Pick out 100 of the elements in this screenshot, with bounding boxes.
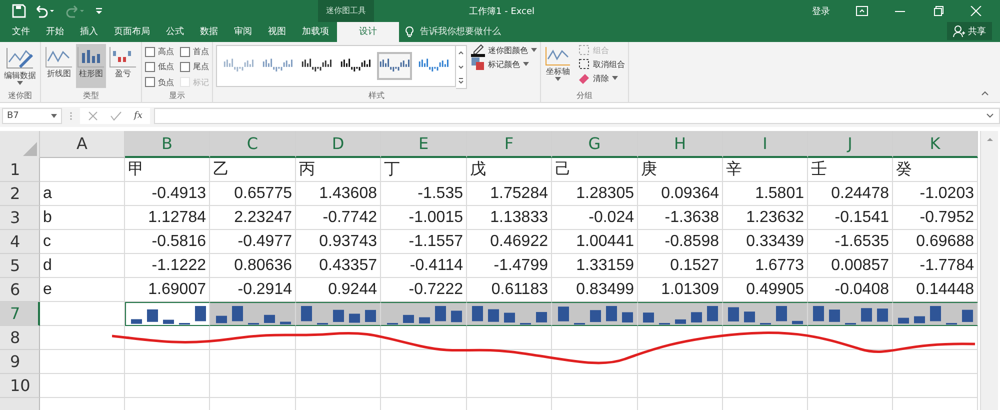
table-cell: 丁 <box>381 158 467 182</box>
table-cell: 戊 <box>467 158 552 182</box>
column-header[interactable]: F <box>467 131 552 158</box>
axis-button[interactable]: 坐标轴 <box>544 44 572 88</box>
table-cell: 0.43357 <box>296 254 381 278</box>
group-action-button[interactable]: 清除 <box>578 72 625 84</box>
table-cell: 丙 <box>296 158 381 182</box>
redo-icon <box>64 4 86 18</box>
ribbon-display-icon[interactable] <box>856 6 868 16</box>
table-cell: 己 <box>552 158 638 182</box>
scroll-up-icon[interactable] <box>986 135 994 143</box>
table-cell: b <box>40 206 125 230</box>
table-cell: -1.3638 <box>638 206 723 230</box>
column-header[interactable]: G <box>552 131 638 158</box>
table-cell: 0.93743 <box>296 230 381 254</box>
undo-icon[interactable] <box>34 4 56 18</box>
sign-in-link[interactable]: 登录 <box>812 4 830 18</box>
table-cell: 2.23247 <box>210 206 296 230</box>
insert-function-button[interactable]: fx <box>134 111 142 121</box>
group-action-button[interactable]: 取消组合 <box>578 58 625 70</box>
group-label: 显示 <box>168 90 186 102</box>
checkbox[interactable] <box>145 46 155 56</box>
column-header[interactable]: K <box>893 131 978 158</box>
column-header[interactable]: E <box>381 131 467 158</box>
eraser-icon <box>578 72 590 84</box>
table-cell: 0.1527 <box>638 254 723 278</box>
row-header[interactable]: 2 <box>0 182 40 206</box>
row-header[interactable]: 3 <box>0 206 40 230</box>
column-header[interactable]: D <box>296 131 381 158</box>
column-header[interactable]: J <box>808 131 893 158</box>
marker-color-button[interactable]: 标记颜色 <box>471 58 537 70</box>
ribbon-tab[interactable]: 加载项 <box>294 22 337 42</box>
collapse-ribbon-icon[interactable] <box>980 89 990 97</box>
checkbox[interactable] <box>145 77 155 88</box>
ribbon-tab[interactable]: 公式 <box>158 22 192 42</box>
row-header[interactable]: 9 <box>0 350 40 374</box>
checkbox[interactable] <box>145 62 155 72</box>
column-header[interactable]: H <box>638 131 723 158</box>
table-cell: -0.5816 <box>125 230 210 254</box>
ribbon-tab[interactable]: 视图 <box>260 22 294 42</box>
checkbox-option[interactable]: 低点 <box>145 60 174 74</box>
edit-data-button[interactable]: 编辑数据 <box>3 44 37 88</box>
ribbon-tab[interactable]: 插入 <box>72 22 106 42</box>
table-cell: e <box>40 278 125 302</box>
group-label: 样式 <box>368 90 386 102</box>
caret-icon <box>17 81 23 85</box>
row-header[interactable]: 6 <box>0 278 40 302</box>
row-header[interactable]: 10 <box>0 374 40 398</box>
row-header[interactable]: 8 <box>0 326 40 350</box>
table-cell: -1.1557 <box>381 230 467 254</box>
row-header[interactable]: 7 <box>0 302 40 326</box>
formula-input[interactable] <box>154 108 1000 124</box>
table-cell: -1.4799 <box>467 254 552 278</box>
line-chart-icon <box>45 46 73 68</box>
table-cell: 1.13833 <box>467 206 552 230</box>
cancel-icon[interactable] <box>88 111 98 121</box>
sparkline-type-button[interactable]: 柱形图 <box>76 44 106 88</box>
ribbon-tab[interactable]: 页面布局 <box>106 22 158 42</box>
close-icon[interactable] <box>970 6 982 16</box>
share-button[interactable]: 共享 <box>947 22 992 40</box>
ribbon-tab[interactable]: 文件 <box>4 22 38 42</box>
expand-caret-icon[interactable] <box>986 113 994 119</box>
splitter-handle[interactable] <box>70 111 72 121</box>
caret-icon <box>531 48 537 52</box>
ribbon-tab[interactable]: 开始 <box>38 22 72 42</box>
table-cell: -1.1222 <box>125 254 210 278</box>
checkbox-option[interactable]: 高点 <box>145 45 174 58</box>
sparkline-type-button[interactable]: 盈亏 <box>108 44 138 88</box>
row-header[interactable]: 4 <box>0 230 40 254</box>
tell-me-field[interactable]: 告诉我你想要做什么 <box>418 26 562 38</box>
column-header[interactable]: I <box>723 131 808 158</box>
table-cell: -0.4913 <box>125 182 210 206</box>
name-box[interactable]: B7 <box>2 108 62 124</box>
row-header[interactable]: 5 <box>0 254 40 278</box>
table-cell: -1.535 <box>381 182 467 206</box>
ribbon-tab[interactable]: 数据 <box>192 22 226 42</box>
table-cell: 庚 <box>638 158 723 182</box>
checkbox[interactable] <box>180 46 190 56</box>
sparkline-type-button[interactable]: 折线图 <box>44 44 74 88</box>
checkbox-option[interactable]: 尾点 <box>180 60 209 74</box>
window-title: 工作簿1 - Excel <box>469 6 535 18</box>
restore-icon[interactable] <box>932 6 944 16</box>
marker-color-icon <box>471 57 485 71</box>
checkbox-option[interactable]: 负点 <box>145 76 174 89</box>
checkbox[interactable] <box>180 62 190 72</box>
row-header[interactable]: 1 <box>0 158 40 182</box>
column-header[interactable]: C <box>210 131 296 158</box>
vertical-scrollbar[interactable] <box>980 131 998 410</box>
table-cell: d <box>40 254 125 278</box>
ribbon-tab[interactable]: 设计 <box>337 22 399 42</box>
customize-caret-icon[interactable] <box>94 6 104 16</box>
sparkline-color-button[interactable]: 迷你图颜色 <box>471 44 537 56</box>
checkbox-option[interactable]: 首点 <box>180 45 209 58</box>
caret-icon <box>612 76 618 80</box>
table-cell: -1.0203 <box>893 182 978 206</box>
column-header[interactable]: B <box>125 131 210 158</box>
save-icon[interactable] <box>12 4 26 18</box>
enter-icon[interactable] <box>110 111 122 121</box>
column-header[interactable]: A <box>40 131 125 158</box>
ribbon-tab[interactable]: 审阅 <box>226 22 260 42</box>
